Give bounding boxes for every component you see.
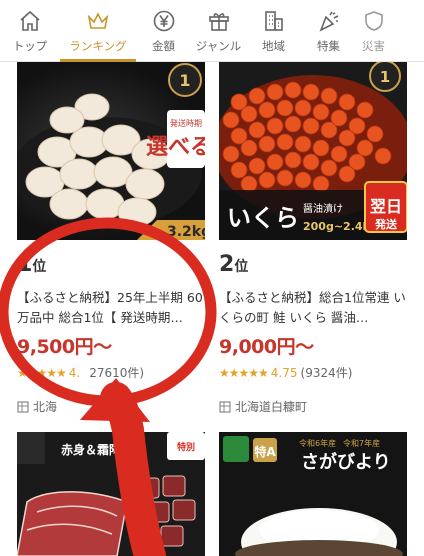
gift-icon	[208, 13, 229, 31]
building-icon	[264, 11, 283, 31]
map-icon	[219, 400, 231, 413]
nav-amount[interactable]: 金額	[136, 0, 191, 62]
crown-icon	[87, 12, 109, 29]
nav-label: トップ	[12, 39, 48, 53]
ikura-illustration: 1 いくら 醤油漬け 200g~2.4kg 翌日 発送	[219, 62, 407, 240]
product-title[interactable]: 【ふるさと納税】総合1位常連 いくらの町 鮭 いくら 醤油…	[219, 288, 407, 328]
product-rating: ★★★★★ 4. 27610件)	[17, 364, 144, 381]
review-count: 27610件)	[89, 366, 145, 380]
location-label: 北海道白糠町	[235, 400, 308, 414]
weight-label: 3.2kg	[167, 224, 205, 240]
ikura-subtitle: 醤油漬け	[303, 202, 343, 215]
product-rating: ★★★★★ 4.75 (9324件)	[219, 364, 352, 381]
nav-label: 地域	[262, 39, 285, 53]
nav-label: ジャンル	[195, 39, 242, 53]
party-icon	[319, 11, 338, 32]
product-location: 北海	[17, 398, 57, 415]
nav-ranking[interactable]: ランキング	[60, 0, 136, 62]
scallops-illustration: 1 発送時期 選べる 3.2kg	[17, 63, 205, 240]
nav-feature[interactable]: 特集	[301, 0, 356, 62]
product-image-rice[interactable]: 特A 令和6年産 令和7年産 さがびより	[219, 432, 407, 556]
rank-badge: 1位	[17, 252, 47, 277]
nav-label: ランキング	[69, 39, 127, 53]
review-count: (9324件)	[300, 366, 353, 380]
select-label: 選べる	[146, 134, 205, 160]
svg-text:1: 1	[380, 68, 390, 86]
rating-value: 4.	[68, 365, 81, 380]
product-card[interactable]: 1 いくら 醤油漬け 200g~2.4kg 翌日 発送 2位 【ふるさと納税】総…	[219, 62, 407, 414]
next-day-label: 翌日	[370, 197, 402, 216]
category-nav: トップ ランキング 金額 ジャンル 地域 特集 災害	[0, 0, 424, 62]
star-rating-icon: ★★★★★	[219, 365, 269, 380]
map-icon	[17, 400, 29, 413]
nav-top[interactable]: トップ	[0, 0, 60, 62]
nav-label: 災害	[362, 39, 385, 53]
rice-year-label-2: 令和7年産	[343, 438, 380, 448]
star-rating-icon: ★★★★★	[17, 365, 67, 380]
rice-year-label: 令和6年産	[299, 438, 336, 448]
rice-brand-label: さがびより	[301, 451, 391, 473]
product-price: 9,000円～	[219, 336, 314, 358]
nav-disaster[interactable]: 災害	[356, 0, 396, 62]
product-title[interactable]: 【ふるさと納税】25年上半期 60万品中 総合1位【 発送時期…	[17, 288, 205, 328]
nav-label: 特集	[317, 39, 340, 53]
product-price: 9,500円～	[17, 336, 112, 358]
svg-text:1: 1	[179, 71, 190, 90]
home-icon	[20, 10, 40, 31]
rating-value: 4.75	[270, 365, 298, 380]
nav-label: 金額	[152, 39, 175, 53]
select-label-top: 発送時期	[170, 118, 202, 128]
ship-label: 発送	[374, 217, 398, 231]
product-card[interactable]: 特A 令和6年産 令和7年産 さがびより	[219, 432, 407, 556]
nav-genre[interactable]: ジャンル	[191, 0, 246, 62]
special-label: 特別	[177, 441, 195, 453]
rank-badge: 2位	[219, 252, 249, 277]
beef-illustration: 赤身＆霜降 特別	[17, 432, 205, 556]
nav-region[interactable]: 地域	[246, 0, 301, 62]
beef-label: 赤身＆霜降	[61, 442, 122, 457]
product-image-scallops[interactable]: 1 発送時期 選べる 3.2kg	[17, 62, 205, 240]
product-card[interactable]: 赤身＆霜降 特別	[17, 432, 205, 556]
location-label: 北海	[33, 400, 58, 414]
product-image-ikura[interactable]: 1 いくら 醤油漬け 200g~2.4kg 翌日 発送	[219, 62, 407, 240]
product-card[interactable]: 1 発送時期 選べる 3.2kg 1位 【ふるさと納税】25年上半期 60万品中…	[17, 62, 205, 414]
shield-icon	[365, 11, 383, 31]
product-location: 北海道白糠町	[219, 398, 307, 415]
arrow-head	[80, 378, 150, 422]
ikura-title: いくら	[227, 203, 299, 232]
rice-illustration: 特A 令和6年産 令和7年産 さがびより	[219, 432, 407, 556]
product-image-beef[interactable]: 赤身＆霜降 特別	[17, 432, 205, 556]
grade-label: 特A	[254, 444, 276, 459]
yen-icon	[153, 10, 174, 32]
